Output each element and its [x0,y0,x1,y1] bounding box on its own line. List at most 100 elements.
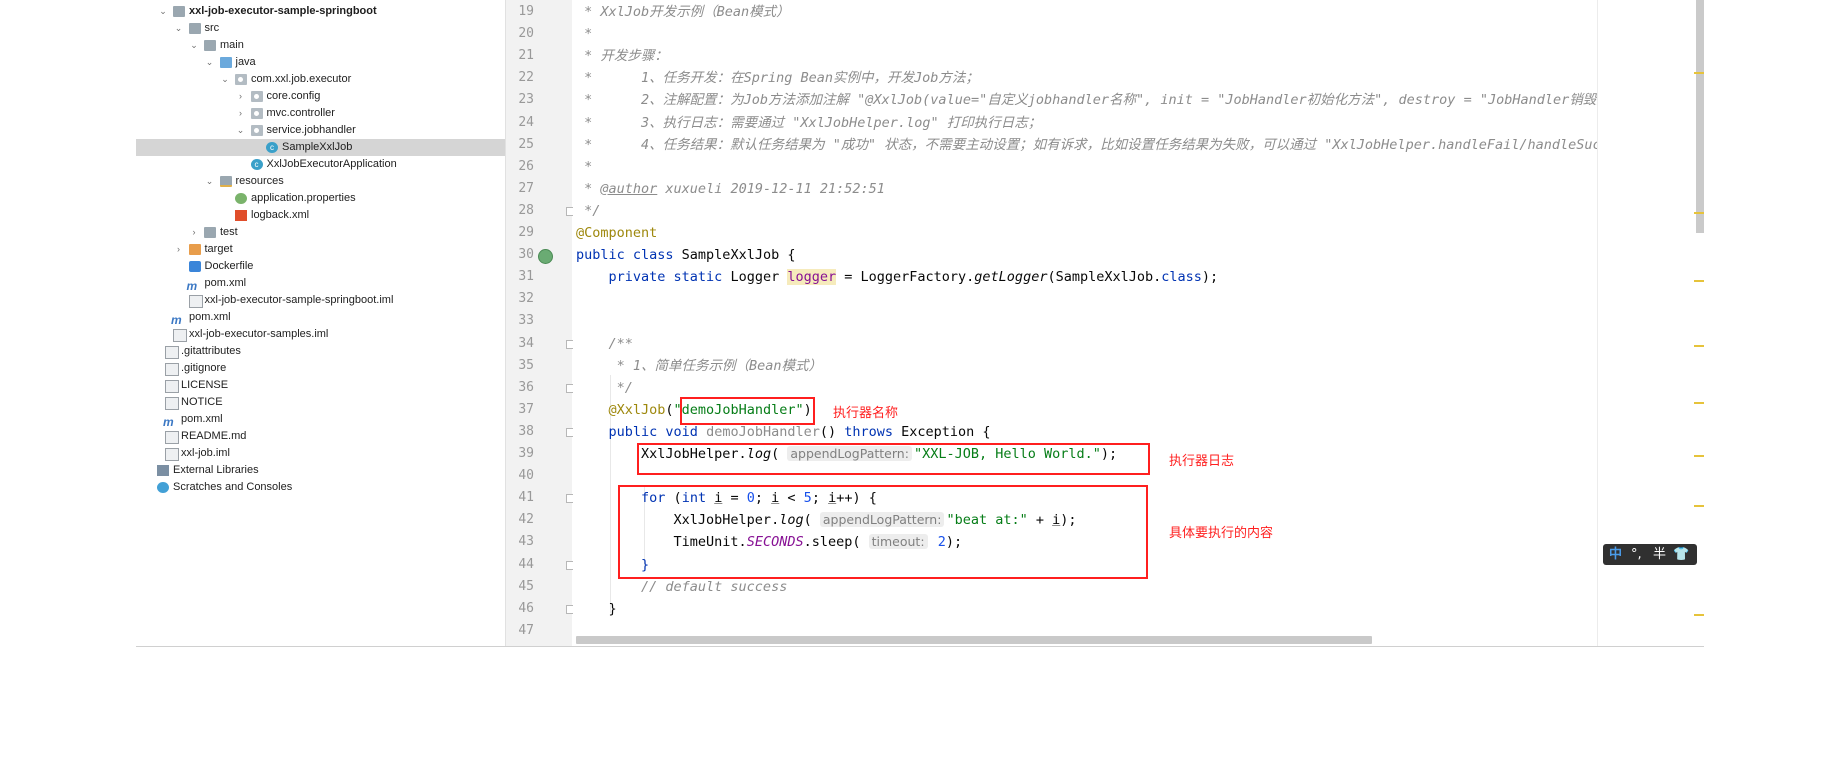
vertical-scrollbar[interactable] [1696,0,1704,233]
tree-item[interactable]: README.md [136,428,505,445]
handler-name-note: 执行器名称 [833,406,899,421]
code-line[interactable]: * 3、执行日志：需要通过 "XxlJobHelper.log" 打印执行日志； [576,112,1041,134]
tree-item-label: SampleXxlJob [282,141,353,153]
code-line[interactable]: * 1、任务开发：在Spring Bean实例中，开发Job方法； [576,67,979,89]
ime-status-bar[interactable]: 中 °, 半 👕 [1603,544,1697,565]
warning-marker[interactable] [1694,345,1704,347]
code-line[interactable]: * 2、注解配置：为Job方法添加注解 "@XxlJob(value="自定义j… [576,89,1597,111]
tree-item[interactable]: ⌄ xxl-job-executor-sample-springboot [136,3,505,20]
chevron-down-icon[interactable]: ⌄ [236,122,246,139]
status-divider [136,646,1704,647]
spring-bean-gutter-icon[interactable] [538,249,553,264]
chevron-right-icon[interactable]: › [236,88,246,105]
tree-item[interactable]: logback.xml [136,207,505,224]
code-line[interactable]: * XxlJob开发示例（Bean模式） [576,1,790,23]
line-number: 21 [518,48,534,64]
warning-marker[interactable] [1694,505,1704,507]
tree-item[interactable]: .gitignore [136,360,505,377]
code-line[interactable]: */ [576,377,633,399]
code-token: // default success [576,578,788,595]
tree-item[interactable]: .gitattributes [136,343,505,360]
horizontal-scrollbar[interactable] [576,636,1372,644]
warning-marker[interactable] [1694,455,1704,457]
code-token: xuxueli 2019-12-11 21:52:51 [657,180,885,197]
warning-marker[interactable] [1694,212,1704,214]
tree-item[interactable]: ⌄ src [136,20,505,37]
tree-item[interactable]: ⌄ service.jobhandler [136,122,505,139]
tree-item[interactable]: ⌄ main [136,37,505,54]
tree-item[interactable]: › target [136,241,505,258]
tree-item[interactable]: Scratches and Consoles [136,479,505,496]
tree-item[interactable]: ⌄ resources [136,173,505,190]
tree-item[interactable]: NOTICE [136,394,505,411]
code-line[interactable]: } [576,598,617,620]
tree-item-label: pom.xml [189,311,231,323]
tree-item[interactable]: ⌄ java [136,54,505,71]
code-line[interactable]: * @author xuxueli 2019-12-11 21:52:51 [576,178,885,200]
tree-item[interactable]: ⌄ com.xxl.job.executor [136,71,505,88]
tree-item[interactable]: Dockerfile [136,258,505,275]
tree-item[interactable]: › core.config [136,88,505,105]
code-line[interactable]: */ [576,200,600,222]
code-token: logger [787,269,837,286]
tree-item[interactable]: LICENSE [136,377,505,394]
code-line[interactable]: @Component [576,222,657,244]
code-line[interactable]: * [576,23,592,45]
ime-punctuation-indicator[interactable]: °, [1631,544,1642,565]
tree-item[interactable]: xxl-job.iml [136,445,505,462]
chevron-down-icon[interactable]: ⌄ [158,3,168,20]
project-tree[interactable]: ⌄ xxl-job-executor-sample-springboot ⌄ src ⌄… [136,0,506,646]
chevron-down-icon[interactable]: ⌄ [220,71,230,88]
code-token: SampleXxlJob { [681,247,796,264]
code-token: } [576,600,617,617]
tree-item[interactable]: application.properties [136,190,505,207]
ime-mode-indicator[interactable]: 中 [1609,544,1622,565]
code-token: * 2、注解配置：为Job方法添加注解 "@XxlJob(value="自定义j… [576,92,1597,109]
warning-marker[interactable] [1694,72,1704,74]
tree-item[interactable]: m pom.xml [136,411,505,429]
code-token: */ [576,379,633,396]
package-icon [235,74,247,85]
line-number: 30 [518,247,534,263]
package-icon [250,108,263,119]
chevron-right-icon[interactable]: › [189,224,199,241]
code-line[interactable]: * [576,156,592,178]
chevron-right-icon[interactable]: › [174,241,184,258]
chevron-down-icon[interactable]: ⌄ [189,37,199,54]
tree-item[interactable]: m pom.xml [136,309,505,327]
tree-item[interactable]: External Libraries [136,462,505,479]
chevron-down-icon[interactable]: ⌄ [205,54,215,71]
code-line[interactable]: * 4、任务结果：默认任务结果为 "成功" 状态，不需要主动设置；如有诉求，比如… [576,134,1597,156]
chevron-down-icon[interactable]: ⌄ [174,20,184,37]
text-file-icon [165,397,179,410]
code-line[interactable]: * 开发步骤： [576,45,668,67]
tree-item[interactable]: › mvc.controller [136,105,505,122]
chevron-down-icon[interactable]: ⌄ [205,173,215,190]
tree-item-label: xxl-job-executor-sample-springboot.iml [204,294,394,306]
tree-item-label: src [204,22,220,34]
tree-item[interactable]: xxl-job-executor-sample-springboot.iml [136,292,505,309]
warning-marker[interactable] [1694,280,1704,282]
code-line[interactable]: /** [576,333,633,355]
handler-name-highlight-box [680,397,815,425]
ime-skin-icon[interactable]: 👕 [1673,544,1689,565]
warning-marker[interactable] [1694,614,1704,616]
tree-item[interactable]: m pom.xml [136,275,505,293]
tree-item[interactable]: c SampleXxlJob [136,139,505,156]
code-token: Logger [730,269,788,286]
line-number: 33 [518,313,534,329]
code-token: getLogger [974,269,1048,286]
code-line[interactable]: public class SampleXxlJob { [576,244,795,266]
tree-item[interactable]: xxl-job-executor-samples.iml [136,326,505,343]
code-token: * XxlJob开发示例（Bean模式） [576,4,790,20]
tree-item-label: README.md [181,430,247,442]
code-line[interactable]: * 1、简单任务示例（Bean模式） [576,355,822,377]
ime-width-indicator[interactable]: 半 [1653,544,1666,565]
tree-item-label: service.jobhandler [266,124,356,136]
chevron-right-icon[interactable]: › [236,105,246,122]
tree-item-label: target [204,243,233,255]
warning-marker[interactable] [1694,402,1704,404]
tree-item[interactable]: c XxlJobExecutorApplication [136,156,505,173]
code-line[interactable]: private static Logger logger = LoggerFac… [576,266,1218,288]
tree-item[interactable]: › test [136,224,505,241]
